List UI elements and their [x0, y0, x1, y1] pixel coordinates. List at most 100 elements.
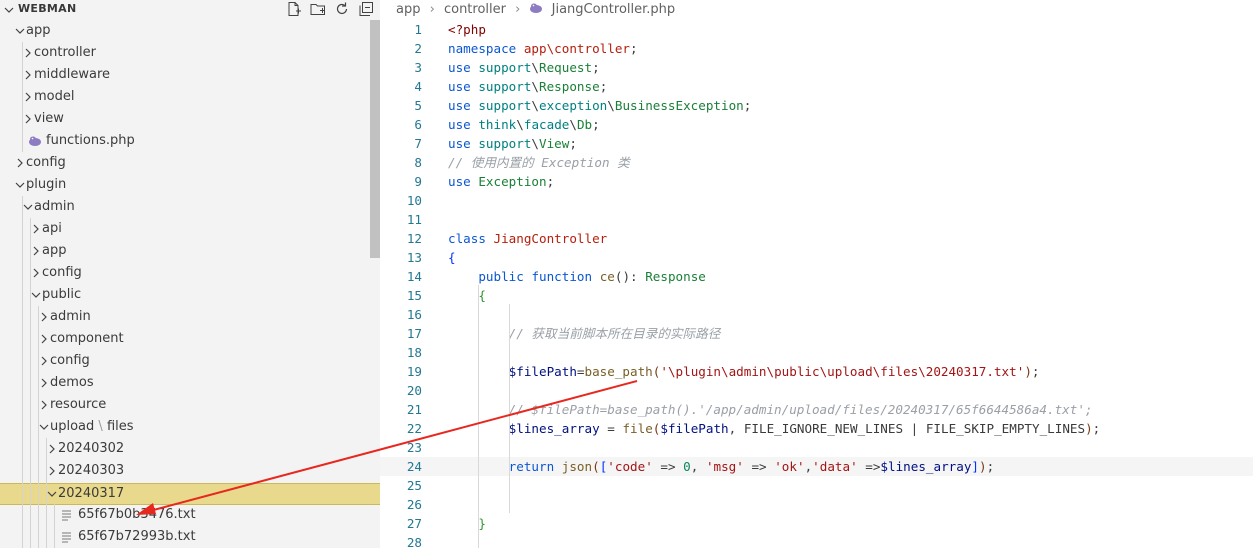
tree-item-folder[interactable]: app: [0, 240, 370, 262]
chevron-right-icon[interactable]: [22, 86, 34, 108]
code-text[interactable]: <?php: [448, 20, 486, 39]
code-line[interactable]: 22 $lines_array = file($filePath, FILE_I…: [380, 419, 1253, 438]
code-line[interactable]: 1 <?php: [380, 20, 1253, 39]
code-line[interactable]: 18: [380, 343, 1253, 362]
tree-item-folder[interactable]: admin: [0, 196, 370, 218]
code-text[interactable]: {: [448, 248, 456, 267]
code-text[interactable]: use think\facade\Db;: [448, 115, 600, 134]
breadcrumb-item-controller[interactable]: controller: [444, 0, 506, 20]
code-line[interactable]: 17 // 获取当前脚本所在目录的实际路径: [380, 324, 1253, 343]
code-text[interactable]: use support\View;: [448, 134, 577, 153]
code-line[interactable]: 19 $filePath=base_path('\plugin\admin\pu…: [380, 362, 1253, 381]
collapse-all-icon[interactable]: [358, 1, 374, 17]
code-line[interactable]: 20: [380, 381, 1253, 400]
chevron-down-icon[interactable]: [14, 20, 26, 42]
chevron-right-icon[interactable]: [38, 394, 50, 416]
chevron-right-icon[interactable]: [30, 262, 42, 284]
tree-item-txt[interactable]: 65f67b0b3476.txt: [0, 504, 370, 526]
code-line[interactable]: 21 // $filePath=base_path().'/app/admin/…: [380, 400, 1253, 419]
chevron-down-icon[interactable]: [22, 196, 34, 218]
chevron-down-icon[interactable]: [38, 416, 50, 438]
tree-item-folder[interactable]: model: [0, 86, 370, 108]
code-text[interactable]: use Exception;: [448, 172, 554, 191]
code-line[interactable]: 28: [380, 533, 1253, 552]
code-line[interactable]: 23: [380, 438, 1253, 457]
breadcrumb-item-file[interactable]: JiangController.php: [552, 0, 676, 20]
chevron-right-icon[interactable]: [14, 152, 26, 174]
chevron-right-icon[interactable]: [46, 460, 58, 482]
tree-item-folder[interactable]: view: [0, 108, 370, 130]
code-text[interactable]: use support\exception\BusinessException;: [448, 96, 751, 115]
code-line[interactable]: 26: [380, 495, 1253, 514]
new-folder-icon[interactable]: [310, 1, 326, 17]
tree-item-folder[interactable]: upload \ files: [0, 416, 370, 438]
tree-item-folder[interactable]: component: [0, 328, 370, 350]
chevron-down-icon[interactable]: [14, 174, 26, 196]
chevron-right-icon[interactable]: [22, 108, 34, 130]
tree-item-folder[interactable]: demos: [0, 372, 370, 394]
code-line[interactable]: 5 use support\exception\BusinessException…: [380, 96, 1253, 115]
code-line[interactable]: 16: [380, 305, 1253, 324]
refresh-icon[interactable]: [334, 1, 350, 17]
code-text[interactable]: use support\Response;: [448, 77, 607, 96]
tree-item-folder[interactable]: app: [0, 20, 370, 42]
code-line[interactable]: 15 {: [380, 286, 1253, 305]
code-text[interactable]: namespace app\controller;: [448, 39, 638, 58]
tree-item-folder[interactable]: api: [0, 218, 370, 240]
tree-item-folder[interactable]: admin: [0, 306, 370, 328]
chevron-right-icon[interactable]: [22, 42, 34, 64]
chevron-right-icon[interactable]: [22, 64, 34, 86]
tree-item-folder[interactable]: plugin: [0, 174, 370, 196]
code-line[interactable]: 6 use think\facade\Db;: [380, 115, 1253, 134]
breadcrumb-item-app[interactable]: app: [396, 0, 420, 20]
tree-item-folder[interactable]: public: [0, 284, 370, 306]
tree-item-folder[interactable]: 20240303: [0, 460, 370, 482]
tree-item-folder[interactable]: 20240317: [0, 483, 380, 505]
tree-item-folder[interactable]: config: [0, 262, 370, 284]
tree-item-folder[interactable]: 20240302: [0, 438, 370, 460]
code-text[interactable]: $lines_array = file($filePath, FILE_IGNO…: [448, 419, 1101, 438]
chevron-right-icon[interactable]: [38, 306, 50, 328]
chevron-right-icon[interactable]: [46, 438, 58, 460]
code-line[interactable]: 9 use Exception;: [380, 172, 1253, 191]
tree-item-folder[interactable]: middleware: [0, 64, 370, 86]
code-text[interactable]: use support\Request;: [448, 58, 600, 77]
code-line[interactable]: 27 }: [380, 514, 1253, 533]
code-line[interactable]: 2 namespace app\controller;: [380, 39, 1253, 58]
new-file-icon[interactable]: [286, 1, 302, 17]
code-line[interactable]: 7 use support\View;: [380, 134, 1253, 153]
chevron-right-icon[interactable]: [38, 372, 50, 394]
code-line[interactable]: 24 return json(['code' => 0, 'msg' => 'o…: [380, 457, 1253, 476]
code-line[interactable]: 14 public function ce(): Response: [380, 267, 1253, 286]
code-line[interactable]: 10: [380, 191, 1253, 210]
code-text[interactable]: class JiangController: [448, 229, 607, 248]
code-text[interactable]: public function ce(): Response: [448, 267, 706, 286]
code-line[interactable]: 12 class JiangController: [380, 229, 1253, 248]
code-text[interactable]: // 使用内置的 Exception 类: [448, 153, 630, 172]
code-text[interactable]: // 获取当前脚本所在目录的实际路径: [448, 324, 721, 343]
code-line[interactable]: 13 {: [380, 248, 1253, 267]
chevron-right-icon[interactable]: [30, 218, 42, 240]
chevron-down-icon[interactable]: [30, 284, 42, 306]
chevron-down-icon[interactable]: [46, 483, 58, 505]
chevron-right-icon[interactable]: [38, 328, 50, 350]
code-line[interactable]: 11: [380, 210, 1253, 229]
code-text[interactable]: return json(['code' => 0, 'msg' => 'ok',…: [448, 457, 995, 476]
code-text[interactable]: $filePath=base_path('\plugin\admin\publi…: [448, 362, 1040, 381]
tree-item-folder[interactable]: config: [0, 350, 370, 372]
code-text[interactable]: {: [448, 286, 486, 305]
code-text[interactable]: }: [448, 514, 486, 533]
code-line[interactable]: 4 use support\Response;: [380, 77, 1253, 96]
chevron-right-icon[interactable]: [30, 240, 42, 262]
code-line[interactable]: 25: [380, 476, 1253, 495]
code-editor[interactable]: app › controller › JiangController.php 1…: [380, 0, 1253, 550]
tree-item-folder[interactable]: config: [0, 152, 370, 174]
tree-item-php[interactable]: functions.php: [0, 130, 370, 152]
chevron-down-icon[interactable]: [4, 5, 14, 15]
chevron-right-icon[interactable]: [38, 350, 50, 372]
tree-item-folder[interactable]: controller: [0, 42, 370, 64]
code-text[interactable]: // $filePath=base_path().'/app/admin/upl…: [448, 400, 1093, 419]
tree-item-folder[interactable]: resource: [0, 394, 370, 416]
sidebar-scrollbar[interactable]: [370, 20, 380, 258]
tree-item-txt[interactable]: 65f67b72993b.txt: [0, 526, 370, 548]
